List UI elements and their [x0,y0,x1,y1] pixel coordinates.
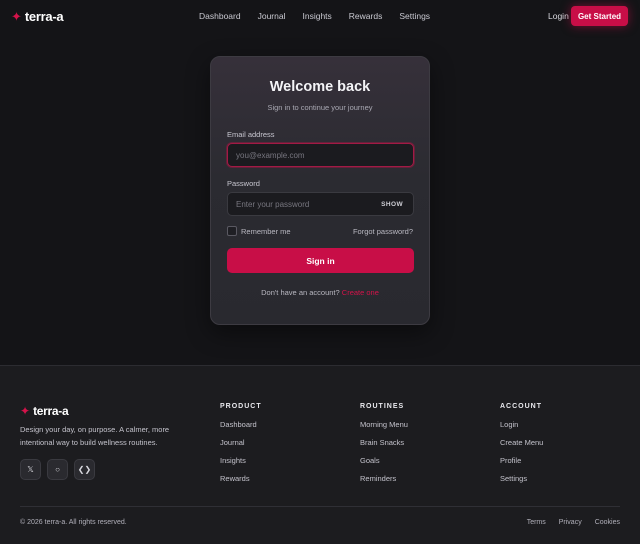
top-navbar: ✦ terra-a Dashboard Journal Insights Rew… [0,0,640,34]
footer-description: Design your day, on purpose. A calmer, m… [20,425,170,447]
star-logo-icon: ✦ [11,9,22,24]
nav-item-rewards[interactable]: Rewards [349,11,383,21]
password-label: Password [227,179,260,188]
footer-col-title: ACCOUNT [500,403,542,410]
footer-link[interactable]: Settings [500,474,543,483]
header-login-link[interactable]: Login [548,11,569,21]
email-field[interactable]: you@example.com [227,143,414,167]
nav-item-journal[interactable]: Journal [258,11,286,21]
page-subtitle: Sign in to continue your journey [267,103,373,112]
signup-prompt: Don't have an account? Create one [211,288,429,297]
footer-link[interactable]: Profile [500,456,543,465]
footer-link[interactable]: Insights [220,456,262,465]
x-icon[interactable]: 𝕏 [20,459,41,480]
footer-link[interactable]: Brain Snacks [360,438,408,447]
footer-link[interactable]: Morning Menu [360,420,408,429]
footer-col-title: PRODUCT [220,403,262,410]
email-label: Email address [227,130,275,139]
page-title: Welcome back [269,79,371,95]
code-icon[interactable]: ❮❯ [74,459,95,480]
show-password-button[interactable]: SHOW [381,201,403,208]
terms-link[interactable]: Terms [527,519,546,526]
footer-divider [20,506,620,507]
brand-name: terra-a [24,9,64,24]
copyright-text: © 2026 terra-a. All rights reserved. [20,519,127,526]
footer-link[interactable]: Create Menu [500,438,543,447]
footer-col-product: PRODUCT Dashboard Journal Insights Rewar… [220,403,262,492]
get-started-button[interactable]: Get Started [571,6,628,26]
footer-link[interactable]: Rewards [220,474,262,483]
nav-item-insights[interactable]: Insights [302,11,331,21]
privacy-link[interactable]: Privacy [559,519,582,526]
email-placeholder: you@example.com [236,150,305,160]
password-placeholder: Enter your password [236,199,310,209]
create-account-link[interactable]: Create one [342,288,379,297]
footer-link[interactable]: Journal [220,438,262,447]
sign-in-button[interactable]: Sign in [227,248,414,273]
login-card: Welcome back Sign in to continue your jo… [210,56,430,325]
legal-links: Terms Privacy Cookies [514,519,620,526]
nav-item-dashboard[interactable]: Dashboard [199,11,241,21]
remember-me[interactable]: Remember me [227,226,291,236]
footer-link[interactable]: Reminders [360,474,408,483]
star-logo-icon: ✦ [20,404,31,418]
footer-col-title: ROUTINES [360,403,405,410]
brand-logo[interactable]: ✦ terra-a [11,9,64,24]
footer-col-routines: ROUTINES Morning Menu Brain Snacks Goals… [360,403,408,492]
password-field[interactable]: Enter your password SHOW [227,192,414,216]
nav-item-settings[interactable]: Settings [399,11,430,21]
remember-label: Remember me [241,226,291,236]
footer-link[interactable]: Login [500,420,543,429]
social-links: 𝕏 ○ ❮❯ [20,459,101,480]
main-nav: Dashboard Journal Insights Rewards Setti… [199,11,447,21]
footer-link[interactable]: Goals [360,456,408,465]
footer-brand-name: terra-a [33,404,69,418]
forgot-password-link[interactable]: Forgot password? [353,227,413,236]
circle-icon[interactable]: ○ [47,459,68,480]
footer-brand-logo[interactable]: ✦ terra-a [20,404,69,418]
footer-col-account: ACCOUNT Login Create Menu Profile Settin… [500,403,543,492]
footer: ✦ terra-a Design your day, on purpose. A… [0,365,640,544]
remember-checkbox[interactable] [227,226,237,236]
cookies-link[interactable]: Cookies [595,519,620,526]
signup-prompt-text: Don't have an account? [261,288,340,297]
footer-link[interactable]: Dashboard [220,420,262,429]
